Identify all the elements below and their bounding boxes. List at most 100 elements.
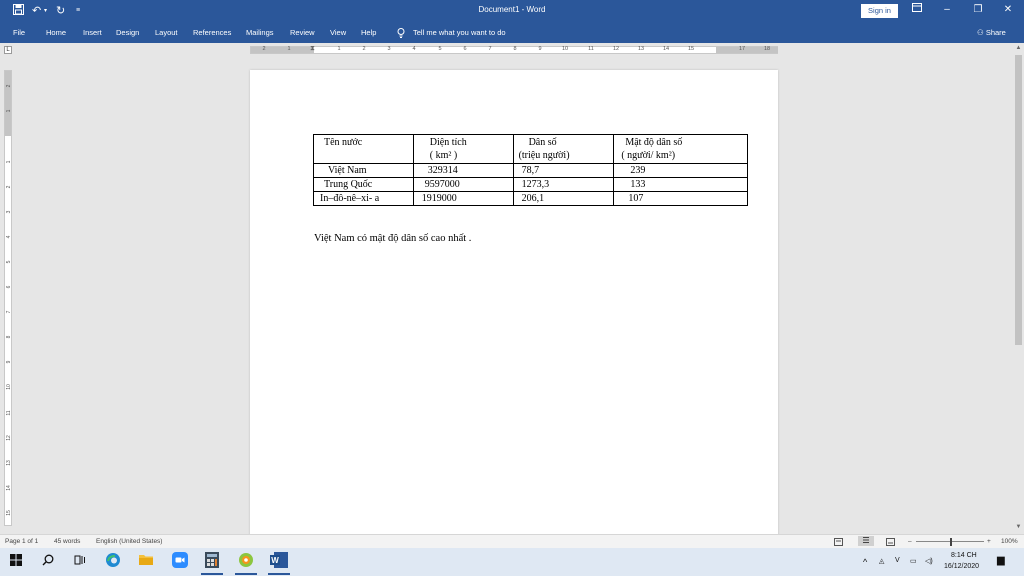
tab-file[interactable]: File	[13, 28, 25, 37]
ruler-number: 8	[513, 46, 517, 52]
word-count[interactable]: 45 words	[54, 538, 80, 545]
ruler-number: 3	[6, 210, 12, 214]
ruler-number: 13	[637, 46, 645, 52]
ruler-number: 2	[362, 46, 366, 52]
body-paragraph[interactable]: Việt Nam có mật độ dân số cao nhất .	[314, 233, 471, 244]
table-header-cell[interactable]: Dân số (triệu người)	[512, 134, 615, 164]
horizontal-ruler[interactable]: 2 1 1 2 3 4 5 6 7 8 9 10 11 12 13 14 15 …	[250, 45, 778, 54]
ruler-number: 11	[588, 46, 594, 52]
scroll-down-icon[interactable]: ▼	[1014, 524, 1023, 530]
tab-view[interactable]: View	[330, 28, 346, 37]
table-header-row: Tên nước Diện tích ( km² ) Dân số (triệu…	[313, 134, 748, 164]
ruler-number: 4	[6, 235, 12, 239]
search-icon[interactable]	[37, 552, 59, 572]
ruler-number: 1	[6, 160, 12, 164]
share-button[interactable]: ⚇ Share	[977, 28, 1006, 37]
table-cell[interactable]: In–đô-nê–xi- a	[313, 191, 414, 206]
vertical-ruler[interactable]: 2 1 1 2 3 4 5 6 7 8 9 10 11 12 13 14 15	[4, 70, 12, 526]
tab-insert[interactable]: Insert	[83, 28, 102, 37]
table-cell[interactable]: 78,7	[512, 163, 615, 178]
language-indicator[interactable]: English (United States)	[96, 538, 162, 545]
ruler-number: 17	[738, 46, 746, 52]
header-line: (triệu người)	[518, 150, 570, 161]
calculator-icon[interactable]	[201, 552, 223, 572]
ruler-number: 5	[6, 260, 12, 264]
zoom-icon[interactable]	[169, 552, 191, 572]
tab-home[interactable]: Home	[46, 28, 66, 37]
zoom-in-icon[interactable]: +	[987, 538, 991, 545]
ribbon-display-icon[interactable]	[909, 3, 925, 17]
title-bar: ↶ ▾ ↻ ≡ Document1 - Word Sign in – ❐ ✕	[0, 0, 1024, 22]
table-cell[interactable]: 1919000	[412, 191, 514, 206]
data-table[interactable]: Tên nước Diện tích ( km² ) Dân số (triệu…	[313, 134, 748, 206]
table-cell[interactable]: 206,1	[512, 191, 615, 206]
task-view-icon[interactable]	[69, 552, 91, 572]
table-cell[interactable]: 133	[613, 177, 748, 192]
document-page[interactable]: Tên nước Diện tích ( km² ) Dân số (triệu…	[250, 70, 778, 540]
table-header-cell[interactable]: Mật độ dân số ( người/ km²)	[613, 134, 748, 164]
ruler-number: 8	[6, 335, 12, 339]
print-layout-icon[interactable]	[858, 536, 874, 546]
zoom-out-icon[interactable]: –	[908, 538, 912, 545]
word-icon[interactable]: W	[268, 552, 290, 572]
scroll-up-icon[interactable]: ▲	[1014, 45, 1023, 51]
table-header-cell[interactable]: Diện tích ( km² )	[412, 134, 514, 164]
table-cell[interactable]: 9597000	[412, 177, 514, 192]
volume-icon[interactable]: ◁)	[925, 557, 933, 565]
left-margin-region	[251, 47, 314, 53]
ruler-number: 6	[463, 46, 467, 52]
table-header-cell[interactable]: Tên nước	[313, 134, 414, 164]
web-layout-icon[interactable]	[886, 538, 895, 548]
vertical-scrollbar[interactable]: ▲ ▼	[1013, 43, 1024, 534]
close-icon[interactable]: ✕	[1000, 3, 1016, 17]
app-icon[interactable]	[235, 552, 257, 572]
windows-start-icon[interactable]	[5, 552, 27, 572]
file-explorer-icon[interactable]	[135, 552, 157, 572]
lightbulb-icon	[397, 28, 405, 40]
ruler-number: 5	[438, 46, 442, 52]
ruler-number: 2	[262, 46, 266, 52]
focus-mode-icon[interactable]	[834, 538, 843, 548]
zoom-slider-knob[interactable]	[950, 538, 952, 546]
tab-help[interactable]: Help	[361, 28, 376, 37]
table-cell[interactable]: 239	[613, 163, 748, 178]
table-cell[interactable]: Trung Quốc	[313, 177, 414, 192]
ruler-number: 10	[6, 384, 12, 390]
tab-mailings[interactable]: Mailings	[246, 28, 274, 37]
scroll-thumb[interactable]	[1015, 55, 1022, 345]
top-margin-region	[5, 71, 11, 136]
horizontal-ruler-area: 2 1 1 2 3 4 5 6 7 8 9 10 11 12 13 14 15 …	[0, 43, 1024, 56]
vpn-icon[interactable]: V	[895, 557, 900, 564]
page-count[interactable]: Page 1 of 1	[5, 538, 38, 545]
table-row: Trung Quốc 9597000 1273,3 133	[313, 177, 748, 192]
table-row: In–đô-nê–xi- a 1919000 206,1 107	[313, 191, 748, 206]
ribbon-tabs: File Home Insert Design Layout Reference…	[0, 22, 1024, 43]
restore-icon[interactable]: ❐	[970, 3, 986, 17]
chevron-up-icon[interactable]: ^	[863, 557, 867, 567]
tab-layout[interactable]: Layout	[155, 28, 178, 37]
zoom-level[interactable]: 100%	[1001, 538, 1018, 545]
table-cell[interactable]: 1273,3	[512, 177, 615, 192]
network-icon[interactable]: ◬	[879, 557, 884, 565]
tab-selector[interactable]: L	[4, 46, 12, 54]
ruler-number: 10	[561, 46, 569, 52]
tab-design[interactable]: Design	[116, 28, 139, 37]
sign-in-button[interactable]: Sign in	[861, 4, 898, 18]
battery-icon[interactable]: ▭	[910, 557, 917, 565]
table-cell[interactable]: 107	[613, 191, 748, 206]
ruler-number: 3	[387, 46, 391, 52]
tab-references[interactable]: References	[193, 28, 231, 37]
edge-icon[interactable]	[102, 552, 124, 572]
notification-icon[interactable]: ▆	[997, 555, 1005, 566]
table-cell[interactable]: Việt Nam	[313, 163, 414, 178]
clock-date[interactable]: 16/12/2020	[944, 563, 979, 570]
tell-me-search[interactable]: Tell me what you want to do	[413, 28, 506, 37]
indent-marker-icon[interactable]: ⧗	[310, 45, 315, 53]
clock-time[interactable]: 8:14 CH	[951, 552, 977, 559]
header-line: Mật độ dân số	[625, 137, 683, 148]
minimize-icon[interactable]: –	[939, 3, 955, 17]
ruler-number: 14	[6, 485, 12, 491]
app-active-indicator	[235, 573, 257, 575]
tab-review[interactable]: Review	[290, 28, 315, 37]
table-cell[interactable]: 329314	[412, 163, 514, 178]
